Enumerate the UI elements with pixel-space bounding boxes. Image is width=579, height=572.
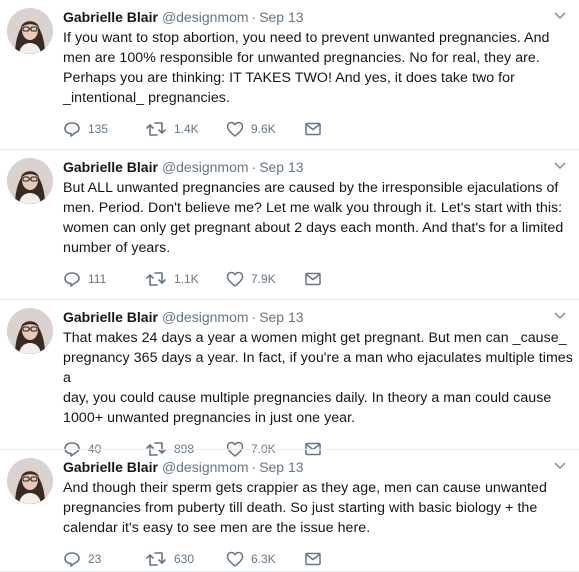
like-button[interactable]: 6.3K [226, 549, 276, 569]
separator: · [251, 459, 257, 475]
chevron-down-icon[interactable] [553, 460, 567, 470]
dm-button[interactable] [304, 269, 322, 289]
tweet[interactable]: Gabrielle Blair @designmom · Sep 13 But ALL… [0, 150, 579, 300]
reply-icon [64, 122, 80, 137]
author-handle[interactable]: @designmom [162, 159, 249, 175]
tweet-text: If you want to stop abortion, you need t… [63, 30, 550, 106]
separator: · [251, 9, 257, 25]
timestamp[interactable]: Sep 13 [259, 159, 303, 175]
retweet-button[interactable]: 630 [145, 549, 194, 569]
chevron-down-icon[interactable] [553, 160, 567, 170]
heart-icon [226, 121, 244, 137]
like-count: 9.6K [251, 122, 276, 136]
reply-button[interactable]: 23 [63, 549, 101, 569]
retweet-icon [146, 122, 166, 136]
retweet-button[interactable]: 1.1K [145, 269, 199, 289]
retweet-button[interactable]: 1.4K [145, 119, 199, 139]
tweet-text: And though their sperm gets crappier as … [63, 480, 547, 536]
like-button[interactable]: 7.9K [226, 269, 276, 289]
author-name[interactable]: Gabrielle Blair [63, 309, 158, 325]
reply-count: 135 [88, 122, 109, 136]
reply-icon [64, 552, 80, 567]
timestamp[interactable]: Sep 13 [259, 309, 303, 325]
reply-button[interactable]: 135 [63, 119, 108, 139]
envelope-icon [305, 272, 321, 286]
reply-count: 111 [88, 272, 107, 286]
retweet-count: 1.4K [174, 122, 199, 136]
tweet-text: That makes 24 days a year a women might … [63, 330, 573, 426]
envelope-icon [305, 122, 321, 136]
like-count: 6.3K [251, 552, 276, 566]
envelope-icon [305, 552, 321, 566]
dm-button[interactable] [304, 549, 322, 569]
tweet-actions: 111 1.1K 7.9K [63, 269, 567, 289]
avatar[interactable] [7, 158, 53, 204]
tweet[interactable]: Gabrielle Blair @designmom · Sep 13 That ma… [0, 300, 579, 457]
author-handle[interactable]: @designmom [162, 459, 249, 475]
tweet-actions: 23 630 6.3K [63, 549, 567, 569]
reply-button[interactable]: 111 [63, 269, 106, 289]
reply-count: 23 [88, 552, 102, 566]
tweet[interactable]: Gabrielle Blair @designmom · Sep 13 And tho… [0, 450, 579, 572]
retweet-icon [146, 272, 166, 286]
like-count: 7.9K [251, 272, 276, 286]
timestamp[interactable]: Sep 13 [259, 459, 303, 475]
retweet-count: 1.1K [174, 272, 199, 286]
author-name[interactable]: Gabrielle Blair [63, 459, 158, 475]
dm-button[interactable] [304, 119, 322, 139]
chevron-down-icon[interactable] [553, 310, 567, 320]
author-name[interactable]: Gabrielle Blair [63, 9, 158, 25]
retweet-count: 630 [174, 552, 195, 566]
avatar[interactable] [7, 308, 53, 354]
tweet-text: But ALL unwanted pregnancies are caused … [63, 180, 564, 256]
separator: · [251, 159, 257, 175]
avatar[interactable] [7, 8, 53, 54]
reply-icon [64, 272, 80, 287]
heart-icon [226, 551, 244, 567]
timestamp[interactable]: Sep 13 [259, 9, 303, 25]
tweet[interactable]: Gabrielle Blair @designmom · Sep 13 If you … [0, 0, 579, 150]
heart-icon [226, 271, 244, 287]
author-handle[interactable]: @designmom [162, 309, 249, 325]
chevron-down-icon[interactable] [553, 10, 567, 20]
avatar[interactable] [7, 458, 53, 504]
retweet-icon [146, 552, 166, 566]
author-handle[interactable]: @designmom [162, 9, 249, 25]
separator: · [251, 309, 257, 325]
tweet-actions: 135 1.4K 9.6K [63, 119, 567, 139]
author-name[interactable]: Gabrielle Blair [63, 159, 158, 175]
like-button[interactable]: 9.6K [226, 119, 276, 139]
